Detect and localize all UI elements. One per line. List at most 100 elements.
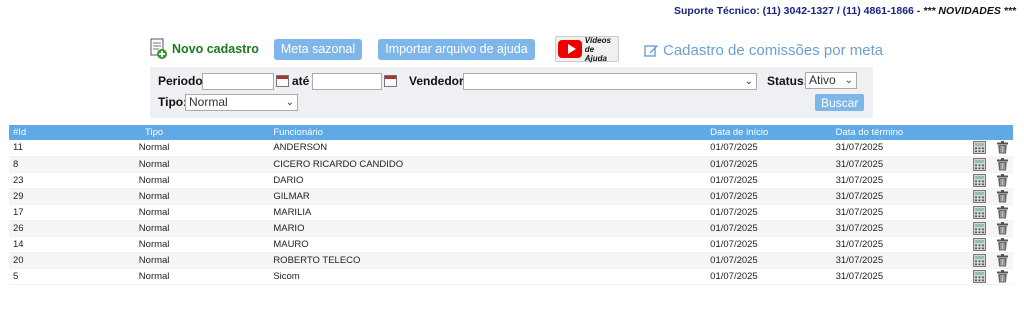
calculator-icon[interactable] bbox=[973, 173, 986, 187]
trash-icon[interactable] bbox=[996, 173, 1009, 187]
comissoes-table: #Id Tipo Funcionário Data de início Data… bbox=[9, 125, 1013, 285]
support-phone: Suporte Técnico: (11) 3042-1327 / (11) 4… bbox=[674, 5, 914, 17]
calculator-icon[interactable] bbox=[973, 141, 986, 155]
trash-icon[interactable] bbox=[996, 205, 1009, 219]
periodo-start-input[interactable] bbox=[202, 73, 274, 90]
cell-data-termino: 31/07/2025 bbox=[831, 204, 959, 221]
calculator-icon[interactable] bbox=[973, 237, 986, 251]
cell-actions bbox=[959, 236, 1013, 253]
cell-actions bbox=[959, 172, 1013, 189]
cell-data-termino: 31/07/2025 bbox=[831, 172, 959, 189]
table-row: 17 Normal MARILIA 01/07/2025 31/07/2025 bbox=[9, 204, 1013, 221]
table-row: 23 Normal DARIO 01/07/2025 31/07/2025 bbox=[9, 172, 1013, 189]
cell-funcionario: ROBERTO TELECO bbox=[269, 252, 707, 269]
videos-ajuda-button[interactable]: Vídeos de Ajuda bbox=[554, 35, 619, 63]
cell-id: 8 bbox=[9, 156, 39, 173]
support-info: Suporte Técnico: (11) 3042-1327 / (11) 4… bbox=[674, 5, 1016, 17]
calendar-icon[interactable] bbox=[276, 75, 289, 87]
trash-icon[interactable] bbox=[996, 221, 1009, 235]
cell-tipo: Normal bbox=[38, 252, 270, 269]
buscar-button[interactable]: Buscar bbox=[815, 94, 865, 111]
filter-panel: Periodo: até Vendedor: ⌄ Status: Ativo ⌄… bbox=[150, 67, 873, 118]
trash-icon[interactable] bbox=[996, 157, 1009, 171]
toolbar: Novo cadastro Meta sazonal Importar arqu… bbox=[150, 34, 619, 64]
status-label: Status: bbox=[767, 74, 808, 88]
cell-actions bbox=[959, 204, 1013, 221]
table-row: 29 Normal GILMAR 01/07/2025 31/07/2025 bbox=[9, 188, 1013, 205]
cell-funcionario: CICERO RICARDO CANDIDO bbox=[269, 156, 707, 173]
calculator-icon[interactable] bbox=[973, 221, 986, 235]
header-funcionario[interactable]: Funcionário bbox=[269, 125, 707, 140]
calculator-icon[interactable] bbox=[973, 157, 986, 171]
calculator-icon[interactable] bbox=[973, 253, 986, 267]
cell-data-inicio: 01/07/2025 bbox=[706, 204, 832, 221]
tipo-label: Tipo: bbox=[158, 95, 188, 109]
cell-data-inicio: 01/07/2025 bbox=[706, 220, 832, 237]
header-id[interactable]: #Id bbox=[9, 125, 39, 140]
calculator-icon[interactable] bbox=[973, 205, 986, 219]
cell-id: 14 bbox=[9, 236, 39, 253]
cell-tipo: Normal bbox=[38, 268, 270, 285]
cell-data-termino: 31/07/2025 bbox=[831, 252, 959, 269]
news-link[interactable]: *** NOVIDADES *** bbox=[923, 5, 1016, 17]
cell-data-inicio: 01/07/2025 bbox=[706, 188, 832, 205]
cell-actions bbox=[959, 252, 1013, 269]
cell-tipo: Normal bbox=[38, 172, 270, 189]
chevron-down-icon: ⌄ bbox=[285, 97, 294, 108]
novo-cadastro-label: Novo cadastro bbox=[172, 42, 259, 56]
document-add-icon bbox=[150, 38, 167, 59]
ate-label: até bbox=[292, 74, 310, 88]
cell-tipo: Normal bbox=[38, 236, 270, 253]
vendedor-select[interactable]: ⌄ bbox=[463, 73, 757, 90]
table-row: 20 Normal ROBERTO TELECO 01/07/2025 31/07/20… bbox=[9, 252, 1013, 269]
calculator-icon[interactable] bbox=[973, 189, 986, 203]
cell-tipo: Normal bbox=[38, 140, 270, 157]
cadastro-comissoes-link[interactable]: Cadastro de comissões por meta bbox=[644, 42, 883, 59]
periodo-label: Periodo: bbox=[158, 74, 207, 88]
vendedor-label: Vendedor: bbox=[409, 74, 468, 88]
cell-data-inicio: 01/07/2025 bbox=[706, 140, 832, 157]
cell-funcionario: MAURO bbox=[269, 236, 707, 253]
cell-data-termino: 31/07/2025 bbox=[831, 236, 959, 253]
calculator-icon[interactable] bbox=[973, 269, 986, 283]
cell-tipo: Normal bbox=[38, 156, 270, 173]
trash-icon[interactable] bbox=[996, 237, 1009, 251]
cell-actions bbox=[959, 220, 1013, 237]
calendar-icon[interactable] bbox=[384, 75, 397, 87]
cell-funcionario: DARIO bbox=[269, 172, 707, 189]
tipo-select[interactable]: Normal ⌄ bbox=[185, 94, 298, 111]
cell-tipo: Normal bbox=[38, 220, 270, 237]
table-row: 11 Normal ANDERSON 01/07/2025 31/07/2025 bbox=[9, 140, 1013, 157]
cell-actions bbox=[959, 188, 1013, 205]
header-data-termino[interactable]: Data do término bbox=[831, 125, 959, 140]
support-separator: - bbox=[913, 5, 924, 17]
comissoes-title: Cadastro de comissões por meta bbox=[663, 42, 884, 59]
cell-tipo: Normal bbox=[38, 188, 270, 205]
chevron-down-icon: ⌄ bbox=[744, 76, 753, 87]
table-row: 5 Normal Sicom 01/07/2025 31/07/2025 bbox=[9, 268, 1013, 285]
cell-id: 20 bbox=[9, 252, 39, 269]
youtube-icon bbox=[557, 40, 582, 58]
trash-icon[interactable] bbox=[996, 269, 1009, 283]
cell-data-inicio: 01/07/2025 bbox=[706, 252, 832, 269]
cell-actions bbox=[959, 140, 1013, 157]
videos-label-line1: Vídeos bbox=[584, 35, 611, 45]
cell-data-inicio: 01/07/2025 bbox=[706, 156, 832, 173]
periodo-end-input[interactable] bbox=[312, 73, 382, 90]
header-tipo[interactable]: Tipo bbox=[38, 125, 270, 140]
meta-sazonal-button[interactable]: Meta sazonal bbox=[273, 38, 363, 60]
cell-id: 17 bbox=[9, 204, 39, 221]
importar-arquivo-button[interactable]: Importar arquivo de ajuda bbox=[378, 38, 535, 60]
trash-icon[interactable] bbox=[996, 141, 1009, 154]
trash-icon[interactable] bbox=[996, 189, 1009, 203]
header-data-inicio[interactable]: Data de início bbox=[706, 125, 832, 140]
cell-data-termino: 31/07/2025 bbox=[831, 268, 959, 285]
chevron-down-icon: ⌄ bbox=[844, 75, 853, 86]
cell-id: 5 bbox=[9, 268, 39, 285]
trash-icon[interactable] bbox=[996, 253, 1009, 267]
table-row: 8 Normal CICERO RICARDO CANDIDO 01/07/2025 3… bbox=[9, 156, 1013, 173]
cell-data-inicio: 01/07/2025 bbox=[706, 268, 832, 285]
novo-cadastro-button[interactable]: Novo cadastro bbox=[150, 38, 259, 60]
cell-funcionario: ANDERSON bbox=[269, 140, 707, 157]
status-select[interactable]: Ativo ⌄ bbox=[805, 72, 857, 89]
